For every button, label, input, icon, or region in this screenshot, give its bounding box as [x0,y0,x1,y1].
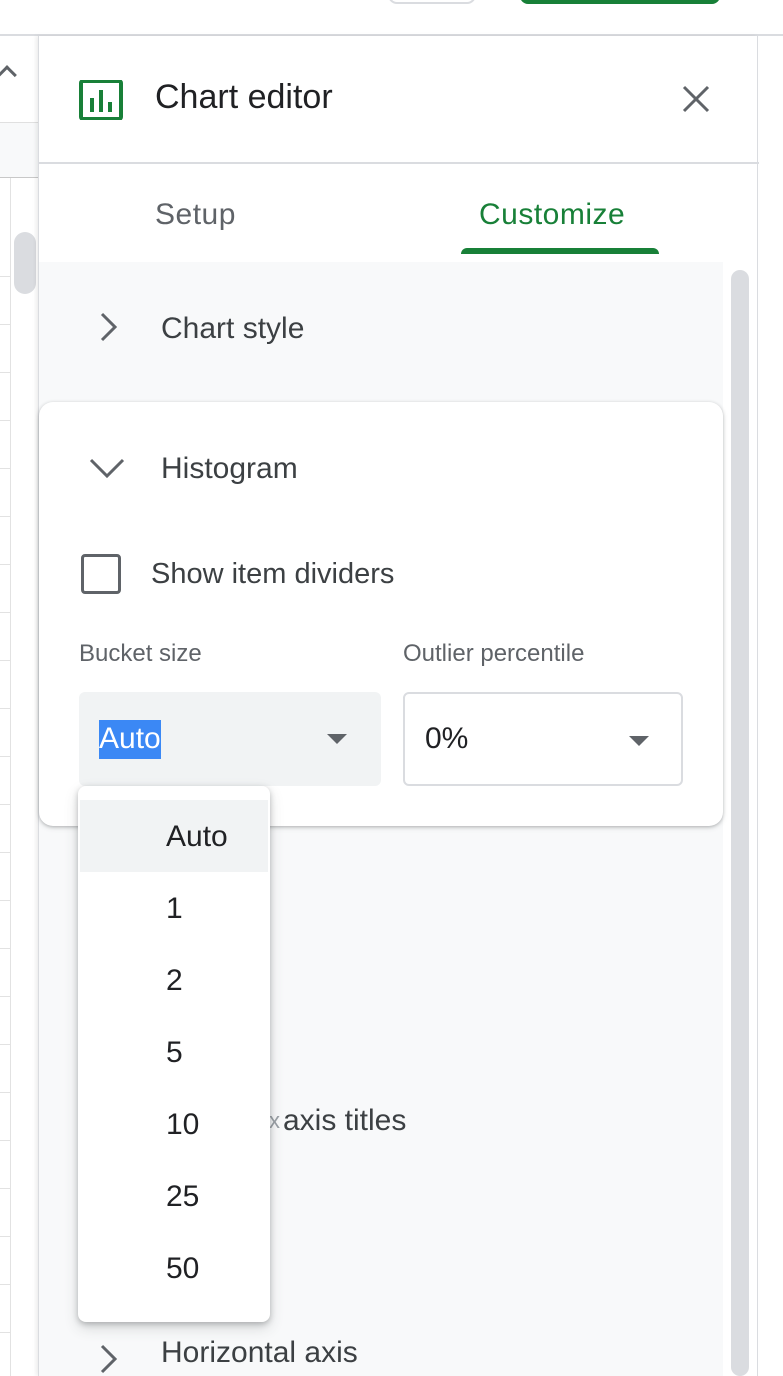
tab-customize[interactable]: Customize [479,198,625,232]
dropdown-option-2[interactable]: 2 [80,944,268,1016]
outlier-percentile-select[interactable]: 0% [403,692,683,786]
grid-row-line [0,516,10,517]
show-item-dividers-checkbox[interactable] [81,554,121,594]
sheet-scrollbar-thumb[interactable] [14,232,36,294]
grid-row-line [0,1332,10,1333]
toolbar-pill-button[interactable] [388,0,476,4]
grid-row-line [0,468,10,469]
grid-row-line [0,660,10,661]
grid-row-line [0,996,10,997]
grid-row-line [0,612,10,613]
dropdown-option-5[interactable]: 5 [80,1016,268,1088]
grid-row-line [0,1284,10,1285]
collapse-toolbar-icon[interactable] [0,65,17,85]
grid-row-line [0,1140,10,1141]
grid-row-line [0,1092,10,1093]
bucket-size-value: Auto [99,720,161,759]
outlier-percentile-value: 0% [425,722,469,755]
dropdown-option-auto[interactable]: Auto [80,800,268,872]
spreadsheet-background [0,0,783,1376]
panel-title: Chart editor [155,78,333,116]
section-label: Chart style [161,312,305,345]
outlier-percentile-label: Outlier percentile [403,640,585,667]
grid-row-line [0,420,10,421]
chevron-right-icon [100,1344,118,1374]
dropdown-option-10[interactable]: 10 [80,1088,268,1160]
grid-row-line [0,1044,10,1045]
chevron-down-icon[interactable] [89,452,125,482]
caret-down-icon [629,736,649,746]
chevron-right-icon [100,312,118,342]
grid-row-line [0,1236,10,1237]
dropdown-option-1[interactable]: 1 [80,872,268,944]
section-histogram: Histogram Show item dividers Bucket size… [39,402,723,826]
grid-row-line [0,372,10,373]
grid-row-line [0,564,10,565]
bucket-size-dropdown: Auto 1 2 5 10 25 50 [78,786,270,1322]
close-icon[interactable] [679,82,713,116]
column-header-strip [0,122,38,178]
editor-tabs: Setup Customize [39,166,759,262]
grid-row-line [0,708,10,709]
panel-header: Chart editor [39,36,759,164]
show-item-dividers-label[interactable]: Show item dividers [151,558,394,591]
grid-row-line [0,852,10,853]
grid-row-line [0,804,10,805]
dropdown-option-50[interactable]: 50 [80,1232,268,1304]
grid-row-line [0,324,10,325]
bar-chart-icon [79,80,123,120]
grid-row-line [0,900,10,901]
tab-setup[interactable]: Setup [155,198,236,232]
bucket-size-select[interactable]: Auto [79,692,381,786]
dropdown-option-25[interactable]: 25 [80,1160,268,1232]
grid-row-line [0,1188,10,1189]
grid-column-line [10,178,11,1376]
share-button[interactable] [520,0,720,4]
panel-scrollbar[interactable] [731,270,749,1376]
active-tab-indicator [461,248,659,254]
section-label: Horizontal axis [161,1336,358,1369]
grid-row-line [0,276,10,277]
section-label[interactable]: Histogram [161,452,298,486]
caret-down-icon [327,734,347,744]
grid-row-line [0,948,10,949]
section-label: axis titles [283,1104,407,1137]
grid-row-line [0,756,10,757]
section-label-fragment: x [269,1108,280,1133]
section-chart-style[interactable]: Chart style [39,262,723,402]
bucket-size-label: Bucket size [79,640,202,667]
